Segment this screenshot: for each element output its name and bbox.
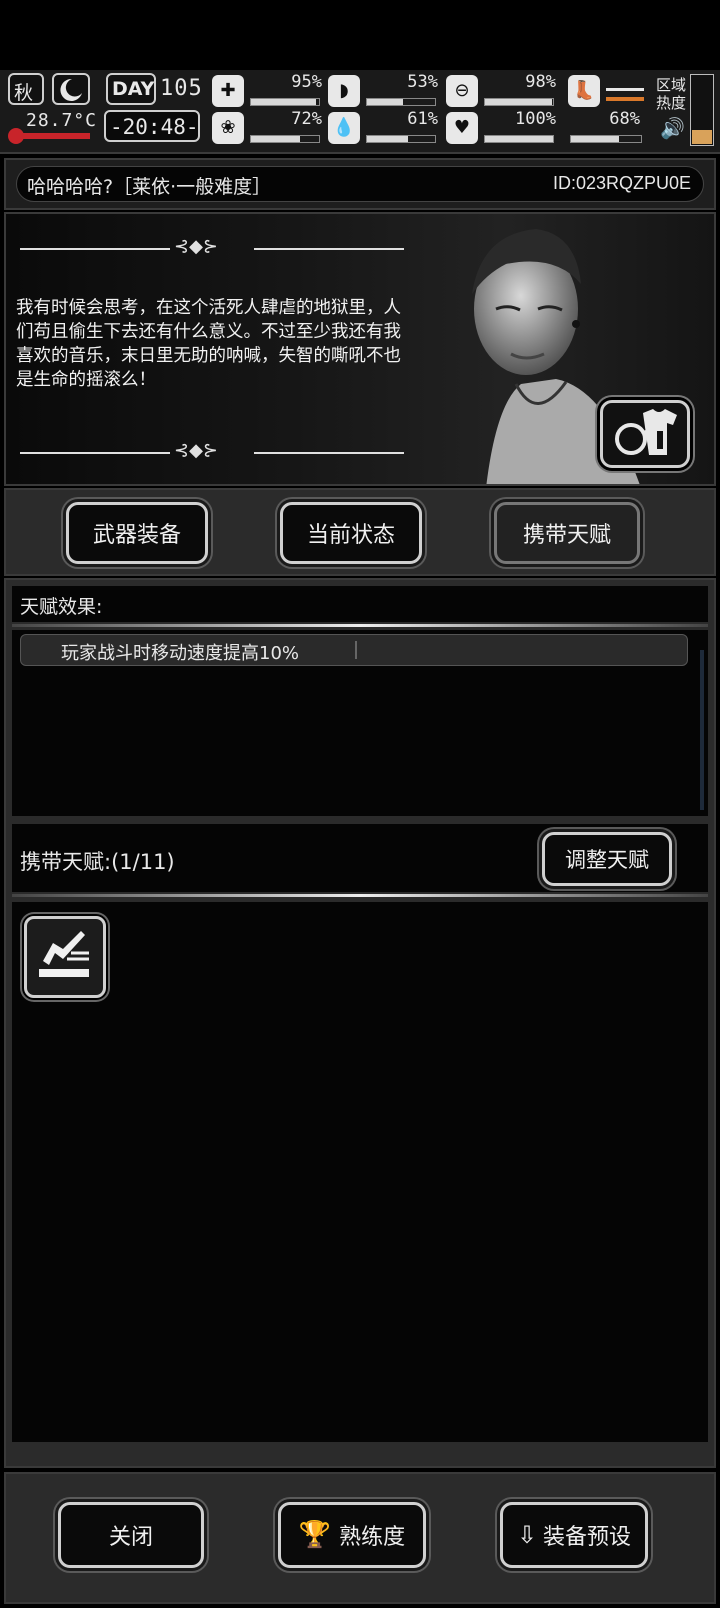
talent-slot[interactable]	[24, 916, 106, 998]
medkit-icon: ✚	[212, 75, 244, 107]
boot-icon: 👢	[568, 75, 600, 107]
brain-value: 72%	[291, 109, 322, 129]
carried-talents-count: 携带天赋:(1/11)	[20, 850, 175, 874]
save-title: 哈哈哈哈?［莱依·一般难度］	[27, 176, 272, 198]
character-quote: 我有时候会思考，在这个活死人肆虐的地狱里，人们苟且偷生下去还有什么意义。不过至少…	[16, 298, 401, 390]
day-label: DAY	[112, 78, 155, 100]
stamina-value: 68%	[609, 109, 640, 129]
stamina-line-orange	[606, 97, 644, 101]
change-outfit-button[interactable]	[600, 400, 690, 468]
ornament-line	[20, 452, 170, 454]
preset-label: 装备预设	[543, 1525, 632, 1550]
brain-bar	[250, 135, 320, 143]
player-id: ID:023RQZPU0E	[552, 173, 691, 193]
equipment-preset-button[interactable]: ⇩ 装备预设	[500, 1502, 648, 1568]
adjust-talents-button[interactable]: 调整天赋	[542, 832, 672, 886]
pill-icon: ⊖	[446, 75, 478, 107]
temperature-readout: 28.7°C	[26, 110, 98, 131]
clock-text: -20:48-	[110, 115, 199, 139]
ornament-flourish: ⊰◆⊱	[174, 236, 219, 257]
heart-bar	[484, 135, 554, 143]
energy-bar	[484, 98, 554, 106]
stamina-line	[606, 88, 644, 91]
ornament-line	[254, 248, 404, 250]
zone-label-1: 区域	[656, 76, 687, 94]
water-drop-icon: 💧	[328, 112, 360, 144]
day-badge: DAY	[106, 73, 156, 105]
proficiency-label: 熟练度	[339, 1525, 406, 1550]
temperature-bar	[20, 133, 90, 139]
carried-talents-header: 携带天赋:(1/11) 调整天赋	[12, 824, 708, 892]
heart-icon: ♥	[446, 112, 478, 144]
speaker-icon[interactable]: 🔊	[660, 116, 685, 140]
zone-heat-label: 区域 热度	[656, 76, 686, 112]
talent-effects-header: 天赋效果:	[12, 586, 708, 622]
trophy-icon: 🏆	[298, 1520, 332, 1550]
preset-icon: ⇩	[516, 1521, 538, 1549]
header-capsule: 哈哈哈哈?［莱依·一般难度］ ID:023RQZPU0E	[16, 166, 704, 202]
health-bar	[250, 98, 320, 106]
talent-effect-text: 玩家战斗时移动速度提高10%	[61, 643, 300, 664]
zone-label-2: 热度	[656, 94, 687, 112]
talent-effects-title: 天赋效果:	[20, 596, 103, 618]
water-value: 61%	[407, 109, 438, 129]
status-bar: 秋 28.7°C DAY 105 -20:48- ✚ 95% ◗ 53% ⊖ 9…	[0, 70, 720, 154]
health-value: 95%	[291, 72, 322, 92]
stamina-bar	[570, 135, 642, 143]
season-badge: 秋	[8, 73, 44, 105]
close-button[interactable]: 关闭	[58, 1502, 204, 1568]
list-item: 玩家战斗时移动速度提高10%	[20, 634, 688, 666]
tab-talents[interactable]: 携带天赋	[494, 502, 640, 564]
character-panel: ⊰◆⊱ ⊰◆⊱ 我有时候会思考，在这个活死人肆虐的地狱里，人们苟且偷生下去还有什…	[4, 212, 716, 486]
day-count: 105	[160, 76, 203, 101]
ornament-line	[20, 248, 170, 250]
ornament-flourish: ⊰◆⊱	[174, 440, 219, 461]
stomach-icon: ◗	[328, 75, 360, 107]
heart-value: 100%	[515, 109, 556, 129]
close-label: 关闭	[108, 1525, 153, 1550]
divider	[12, 894, 708, 897]
moon-icon	[52, 73, 90, 105]
brain-icon: ❀	[212, 112, 244, 144]
tab-status[interactable]: 当前状态	[280, 502, 422, 564]
clock-display: -20:48-	[104, 110, 200, 142]
shirt-swap-icon	[615, 409, 677, 455]
stomach-bar	[366, 98, 436, 106]
tab-bar: 武器装备 当前状态 携带天赋	[4, 488, 716, 576]
stomach-value: 53%	[407, 72, 438, 92]
header-panel: 哈哈哈哈?［莱依·一般难度］ ID:023RQZPU0E	[4, 158, 716, 210]
proficiency-button[interactable]: 🏆 熟练度	[278, 1502, 426, 1568]
scrollbar[interactable]	[700, 650, 704, 810]
zone-heat-meter	[690, 74, 714, 146]
speed-boot-icon	[39, 931, 89, 977]
talent-content: 天赋效果: 玩家战斗时移动速度提高10% 携带天赋:(1/11) 调整天赋	[4, 578, 716, 1468]
water-bar	[366, 135, 436, 143]
talent-effects-list: 玩家战斗时移动速度提高10%	[12, 630, 708, 816]
tab-weapons[interactable]: 武器装备	[66, 502, 208, 564]
season-label: 秋	[14, 82, 34, 104]
talent-slots	[12, 902, 708, 1442]
footer-bar: 关闭 🏆 熟练度 ⇩ 装备预设	[4, 1472, 716, 1604]
divider	[12, 624, 708, 627]
ornament-line	[254, 452, 404, 454]
divider	[355, 641, 357, 659]
energy-value: 98%	[525, 72, 556, 92]
